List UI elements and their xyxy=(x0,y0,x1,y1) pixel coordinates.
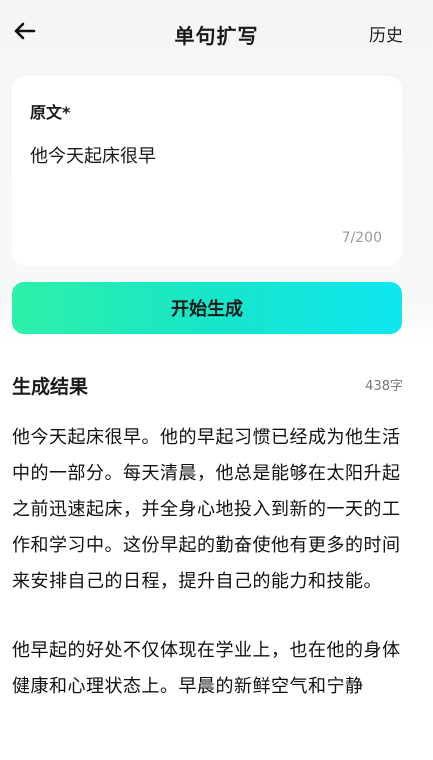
start-generate-button[interactable]: 开始生成 xyxy=(12,282,402,334)
app-header: 单句扩写 历史 xyxy=(0,0,433,66)
result-title: 生成结果 xyxy=(12,376,89,398)
source-text-input[interactable]: 他今天起床很早 xyxy=(30,142,156,168)
character-counter: 7/200 xyxy=(341,230,382,246)
result-text: 他今天起床很早。他的早起习惯已经成为他生活中的一部分。每天清晨，他总是能够在太阳… xyxy=(12,420,404,738)
result-word-count: 438字 xyxy=(365,379,403,394)
result-paragraph: 他今天起床很早。他的早起习惯已经成为他生活中的一部分。每天清晨，他总是能够在太阳… xyxy=(12,427,401,592)
source-text-label: 原文* xyxy=(30,103,71,122)
source-text-card: 原文* 他今天起床很早 7/200 xyxy=(12,76,402,266)
result-paragraph: 他早起的好处不仅体现在学业上，也在他的身体健康和心理状态上。早晨的新鲜空气和宁静 xyxy=(12,640,401,697)
scrollbar[interactable] xyxy=(427,0,433,760)
history-link[interactable]: 历史 xyxy=(369,21,403,46)
